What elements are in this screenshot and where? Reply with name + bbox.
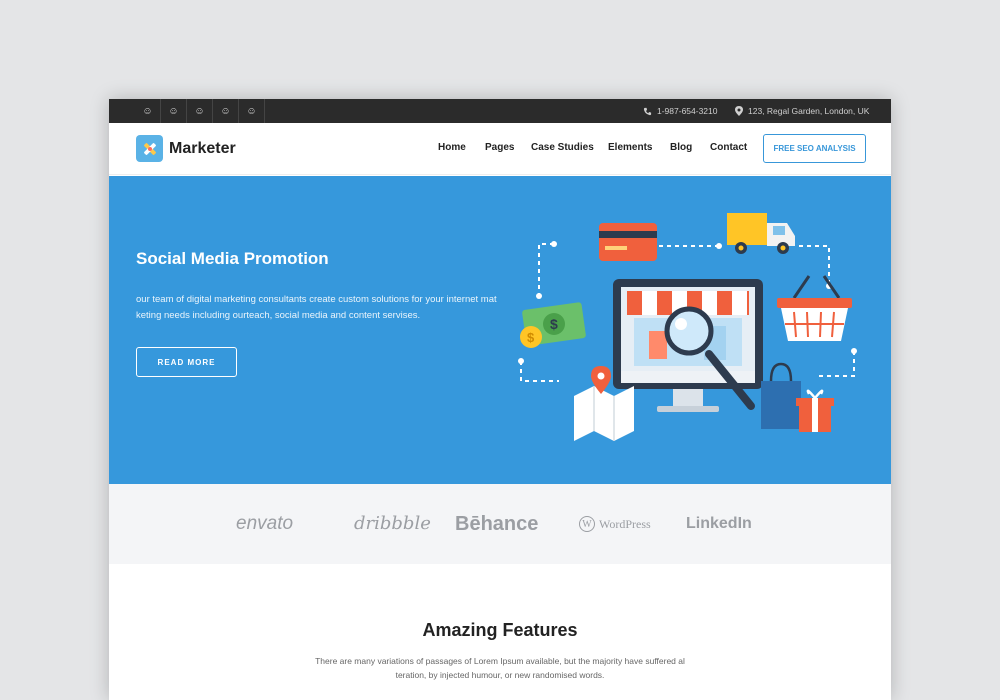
brand-wordpress: W WordPress xyxy=(579,516,651,532)
social-icon[interactable]: ☺ xyxy=(161,99,187,123)
logo[interactable]: Marketer xyxy=(136,135,236,162)
address-contact: 123, Regal Garden, London, UK xyxy=(735,99,869,123)
website-preview: ☺ ☺ ☺ ☺ ☺ 1-987-654-3210 123, Regal Gard… xyxy=(109,99,891,700)
wordpress-icon: W xyxy=(579,516,595,532)
phone-icon xyxy=(643,107,652,116)
logo-text: Marketer xyxy=(169,139,236,157)
features-section: Amazing Features There are many variatio… xyxy=(109,564,891,700)
features-description: There are many variations of passages of… xyxy=(315,656,685,680)
delivery-truck-icon xyxy=(727,213,795,254)
hero-description: our team of digital marketing consultant… xyxy=(136,294,497,321)
brand-linkedin: LinkedIn xyxy=(686,515,752,532)
svg-text:$: $ xyxy=(550,316,558,332)
phone-contact: 1-987-654-3210 xyxy=(643,99,718,123)
nav-pages[interactable]: Pages xyxy=(485,142,514,153)
logo-icon xyxy=(136,135,163,162)
ecommerce-illustration: $ $ xyxy=(518,213,857,441)
cash-icon: $ $ xyxy=(520,302,586,348)
social-icon[interactable]: ☺ xyxy=(239,99,265,123)
nav-elements[interactable]: Elements xyxy=(608,142,652,153)
read-more-button[interactable]: READ MORE xyxy=(136,347,237,377)
nav-case-studies[interactable]: Case Studies xyxy=(531,142,594,153)
brand-behance: Bēhance xyxy=(455,513,539,535)
credit-card-icon xyxy=(599,223,657,261)
social-icon[interactable]: ☺ xyxy=(213,99,239,123)
nav-blog[interactable]: Blog xyxy=(670,142,692,153)
nav-contact[interactable]: Contact xyxy=(710,142,747,153)
top-bar: ☺ ☺ ☺ ☺ ☺ 1-987-654-3210 123, Regal Gard… xyxy=(109,99,891,123)
brand-dribbble: dribbble xyxy=(354,513,431,534)
site-header: Marketer Home Pages Case Studies Element… xyxy=(109,123,891,175)
svg-text:$: $ xyxy=(527,330,535,345)
brand-wordpress-label: WordPress xyxy=(599,516,651,531)
shopping-bag-icon xyxy=(761,362,801,429)
social-icon[interactable]: ☺ xyxy=(187,99,213,123)
hero-section: Social Media Promotion our team of digit… xyxy=(109,176,891,484)
nav-home[interactable]: Home xyxy=(438,142,466,153)
gift-icon xyxy=(796,389,834,432)
free-seo-analysis-button[interactable]: FREE SEO ANALYSIS xyxy=(763,134,866,163)
brand-envato: envato xyxy=(236,513,294,534)
shopping-basket-icon xyxy=(777,275,852,341)
map-pin-icon xyxy=(735,106,743,116)
social-links: ☺ ☺ ☺ ☺ ☺ xyxy=(135,99,265,123)
phone-number: 1-987-654-3210 xyxy=(657,106,718,116)
hero-title: Social Media Promotion xyxy=(136,249,329,268)
address-text: 123, Regal Garden, London, UK xyxy=(748,106,870,116)
features-title: Amazing Features xyxy=(422,620,578,640)
social-icon[interactable]: ☺ xyxy=(135,99,161,123)
brand-logos: envato dribbble Bēhance W WordPress Link… xyxy=(109,484,891,564)
